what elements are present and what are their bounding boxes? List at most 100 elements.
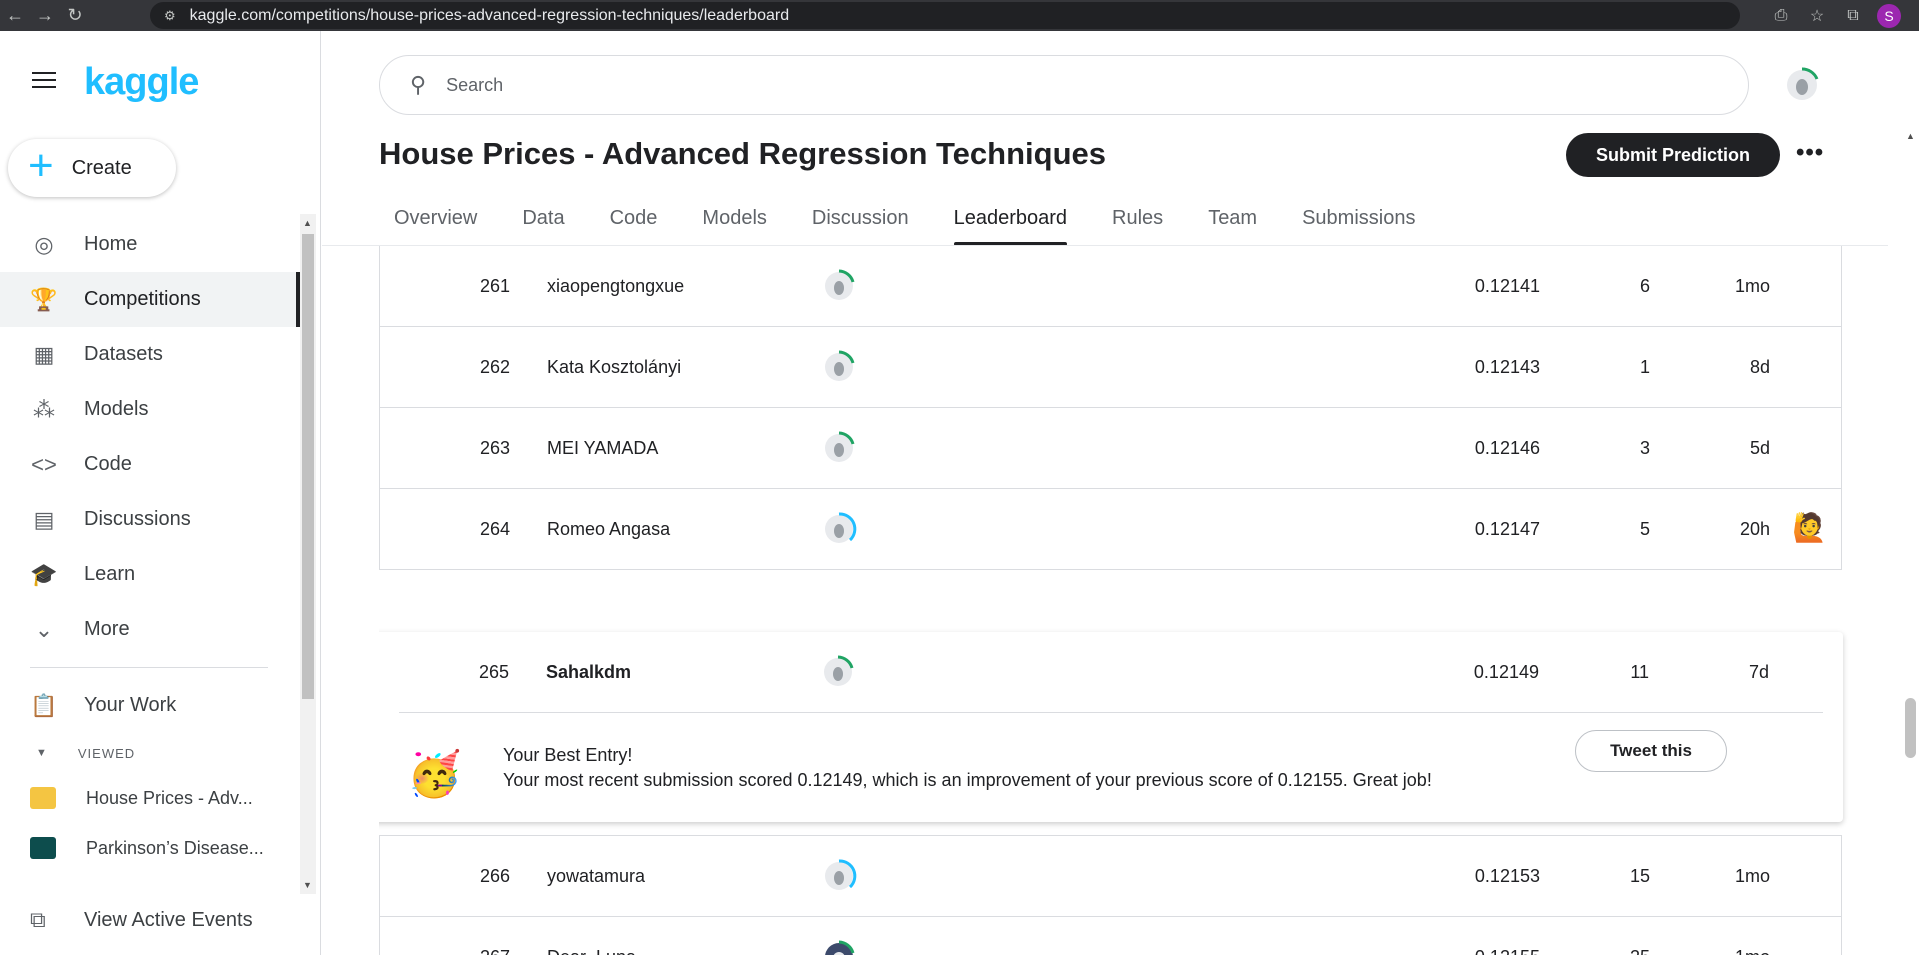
user-avatar[interactable] (1782, 65, 1822, 105)
tab-leaderboard[interactable]: Leaderboard (939, 201, 1068, 246)
last-submission-cell: 1mo (1734, 276, 1770, 296)
best-entry-text: Your most recent submission scored 0.121… (503, 770, 1432, 790)
chevron-down-icon: ⌄ (34, 616, 54, 642)
rank-cell: 262 (479, 357, 510, 377)
score-cell: 0.12155 (1310, 947, 1540, 955)
url-text: kaggle.com/competitions/house-prices-adv… (189, 6, 790, 24)
kaggle-logo[interactable]: kaggle (84, 61, 199, 104)
more-options-icon[interactable]: ••• (1796, 139, 1824, 167)
viewed-item-house-prices[interactable]: House Prices - Adv... (0, 773, 300, 823)
last-submission-cell: 5d (1749, 438, 1770, 458)
team-name-cell[interactable]: Dear_Luna (547, 947, 636, 955)
viewed-label: VIEWED (77, 745, 136, 761)
raised-hand-icon[interactable]: 🙋 (1792, 511, 1827, 544)
sidebar-item-competitions[interactable]: 🏆 Competitions (0, 272, 300, 327)
team-name-cell[interactable]: xiaopengtongxue (547, 276, 684, 297)
bookmark-star-icon[interactable]: ☆ (1805, 6, 1829, 26)
last-submission-cell: 20h (1739, 519, 1770, 539)
main-scrollbar[interactable]: ▲ (1902, 131, 1919, 955)
table-row[interactable]: 262 Kata Kosztolányi 0.12143 1 8d (380, 327, 1841, 408)
team-avatar[interactable] (820, 429, 858, 467)
address-bar[interactable]: ⚙ kaggle.com/competitions/house-prices-a… (150, 2, 1740, 29)
browser-profile-avatar[interactable]: S (1877, 3, 1901, 28)
leaderboard-table-lower: 266 yowatamura 0.12153 15 1mo 267 Dear_L… (379, 835, 1842, 955)
team-name-cell[interactable]: Kata Kosztolányi (547, 357, 681, 378)
models-icon: ⁂ (33, 396, 55, 422)
table-row[interactable]: 261 xiaopengtongxue 0.12141 6 1mo (380, 246, 1841, 327)
last-submission-cell: 8d (1749, 357, 1770, 377)
create-button[interactable]: + Create (8, 139, 176, 197)
tweet-this-button[interactable]: Tweet this (1575, 730, 1727, 772)
site-info-icon[interactable]: ⚙ (164, 8, 176, 24)
score-cell: 0.12147 (1474, 519, 1540, 539)
install-app-icon[interactable]: ⎙ (1769, 7, 1793, 25)
team-avatar[interactable] (820, 857, 858, 895)
sidebar-item-code[interactable]: <> Code (0, 437, 300, 492)
team-avatar[interactable] (820, 938, 858, 955)
team-avatar[interactable] (820, 510, 858, 548)
scroll-up-icon[interactable]: ▲ (303, 218, 312, 228)
forward-icon[interactable]: → (30, 0, 60, 31)
tab-models[interactable]: Models (687, 201, 766, 246)
scroll-down-icon[interactable]: ▼ (303, 880, 312, 890)
entries-cell: 15 (1629, 866, 1650, 886)
sidebar-item-discussions[interactable]: ▤ Discussions (0, 492, 300, 547)
sidebar-item-datasets[interactable]: ▦ Datasets (0, 327, 300, 382)
search-input[interactable]: ⚲ Search (379, 55, 1749, 115)
team-name-cell[interactable]: Sahalkdm (546, 662, 631, 683)
team-name-cell[interactable]: Romeo Angasa (547, 519, 670, 540)
view-active-events-link[interactable]: ⧉ View Active Events (30, 907, 253, 933)
viewed-item-label: House Prices - Adv... (86, 787, 253, 808)
team-name-cell[interactable]: MEI YAMADA (547, 438, 658, 459)
team-name-cell[interactable]: yowatamura (547, 866, 645, 887)
tab-submissions[interactable]: Submissions (1287, 201, 1415, 246)
events-icon: ⧉ (30, 907, 46, 932)
tab-data[interactable]: Data (507, 201, 564, 246)
rank-cell: 266 (479, 866, 510, 886)
trophy-icon: 🏆 (30, 286, 58, 312)
submit-prediction-button[interactable]: Submit Prediction (1566, 133, 1780, 177)
view-active-events-label: View Active Events (84, 908, 253, 931)
reload-icon[interactable]: ↻ (60, 0, 90, 31)
entries-cell: 11 (1630, 662, 1649, 682)
tab-rules[interactable]: Rules (1097, 201, 1163, 246)
team-avatar[interactable] (820, 267, 858, 305)
table-row[interactable]: 267 Dear_Luna 0.12155 25 1mo (380, 917, 1841, 955)
sidebar-item-label: More (84, 618, 130, 640)
tab-code[interactable]: Code (595, 201, 658, 246)
tab-team[interactable]: Team (1193, 201, 1257, 246)
table-row[interactable]: 266 yowatamura 0.12153 15 1mo (380, 836, 1841, 917)
sidebar-item-label: Models (84, 398, 149, 420)
sidebar-item-home[interactable]: ◎ Home (0, 217, 300, 272)
sidebar-item-label: Code (84, 453, 132, 475)
scrollbar-thumb[interactable] (1905, 698, 1916, 758)
scroll-up-icon[interactable]: ▲ (1906, 131, 1915, 141)
sidebar-divider (30, 667, 268, 668)
viewed-section-header[interactable]: ▼ VIEWED (0, 733, 300, 773)
sidebar-item-more[interactable]: ⌄ More (0, 602, 300, 657)
party-face-icon: 🥳 (407, 750, 462, 799)
table-row[interactable]: 264 Romeo Angasa 0.12147 5 20h 🙋 (380, 489, 1841, 570)
search-placeholder: Search (446, 74, 504, 95)
sidebar-item-models[interactable]: ⁂ Models (0, 382, 300, 437)
caret-down-icon: ▼ (36, 747, 48, 759)
score-cell: 0.12153 (1474, 866, 1540, 886)
sidebar-item-label: Your Work (84, 694, 177, 716)
scrollbar-thumb[interactable] (302, 234, 314, 699)
tab-discussion[interactable]: Discussion (797, 201, 909, 246)
my-team-row[interactable]: 265 Sahalkdm 0.12149 11 7d (399, 632, 1823, 713)
menu-icon[interactable] (32, 72, 56, 90)
rank-cell: 263 (479, 438, 510, 458)
back-icon[interactable]: ← (0, 0, 30, 31)
viewed-item-parkinsons[interactable]: Parkinson’s Disease... (0, 823, 300, 873)
sidebar-nav: ◎ Home 🏆 Competitions ▦ Datasets ⁂ Model… (0, 217, 300, 873)
extensions-icon[interactable]: ⧉ (1841, 7, 1865, 25)
team-avatar[interactable] (820, 348, 858, 386)
leaderboard-table-upper: 261 xiaopengtongxue 0.12141 6 1mo 262 Ka… (379, 246, 1842, 570)
sidebar-scrollbar[interactable]: ▲ ▼ (300, 214, 316, 894)
table-row[interactable]: 263 MEI YAMADA 0.12146 3 5d (380, 408, 1841, 489)
tab-overview[interactable]: Overview (379, 201, 477, 246)
sidebar-item-your-work[interactable]: 📋 Your Work (0, 678, 300, 733)
team-avatar[interactable] (819, 653, 857, 691)
sidebar-item-learn[interactable]: 🎓 Learn (0, 547, 300, 602)
